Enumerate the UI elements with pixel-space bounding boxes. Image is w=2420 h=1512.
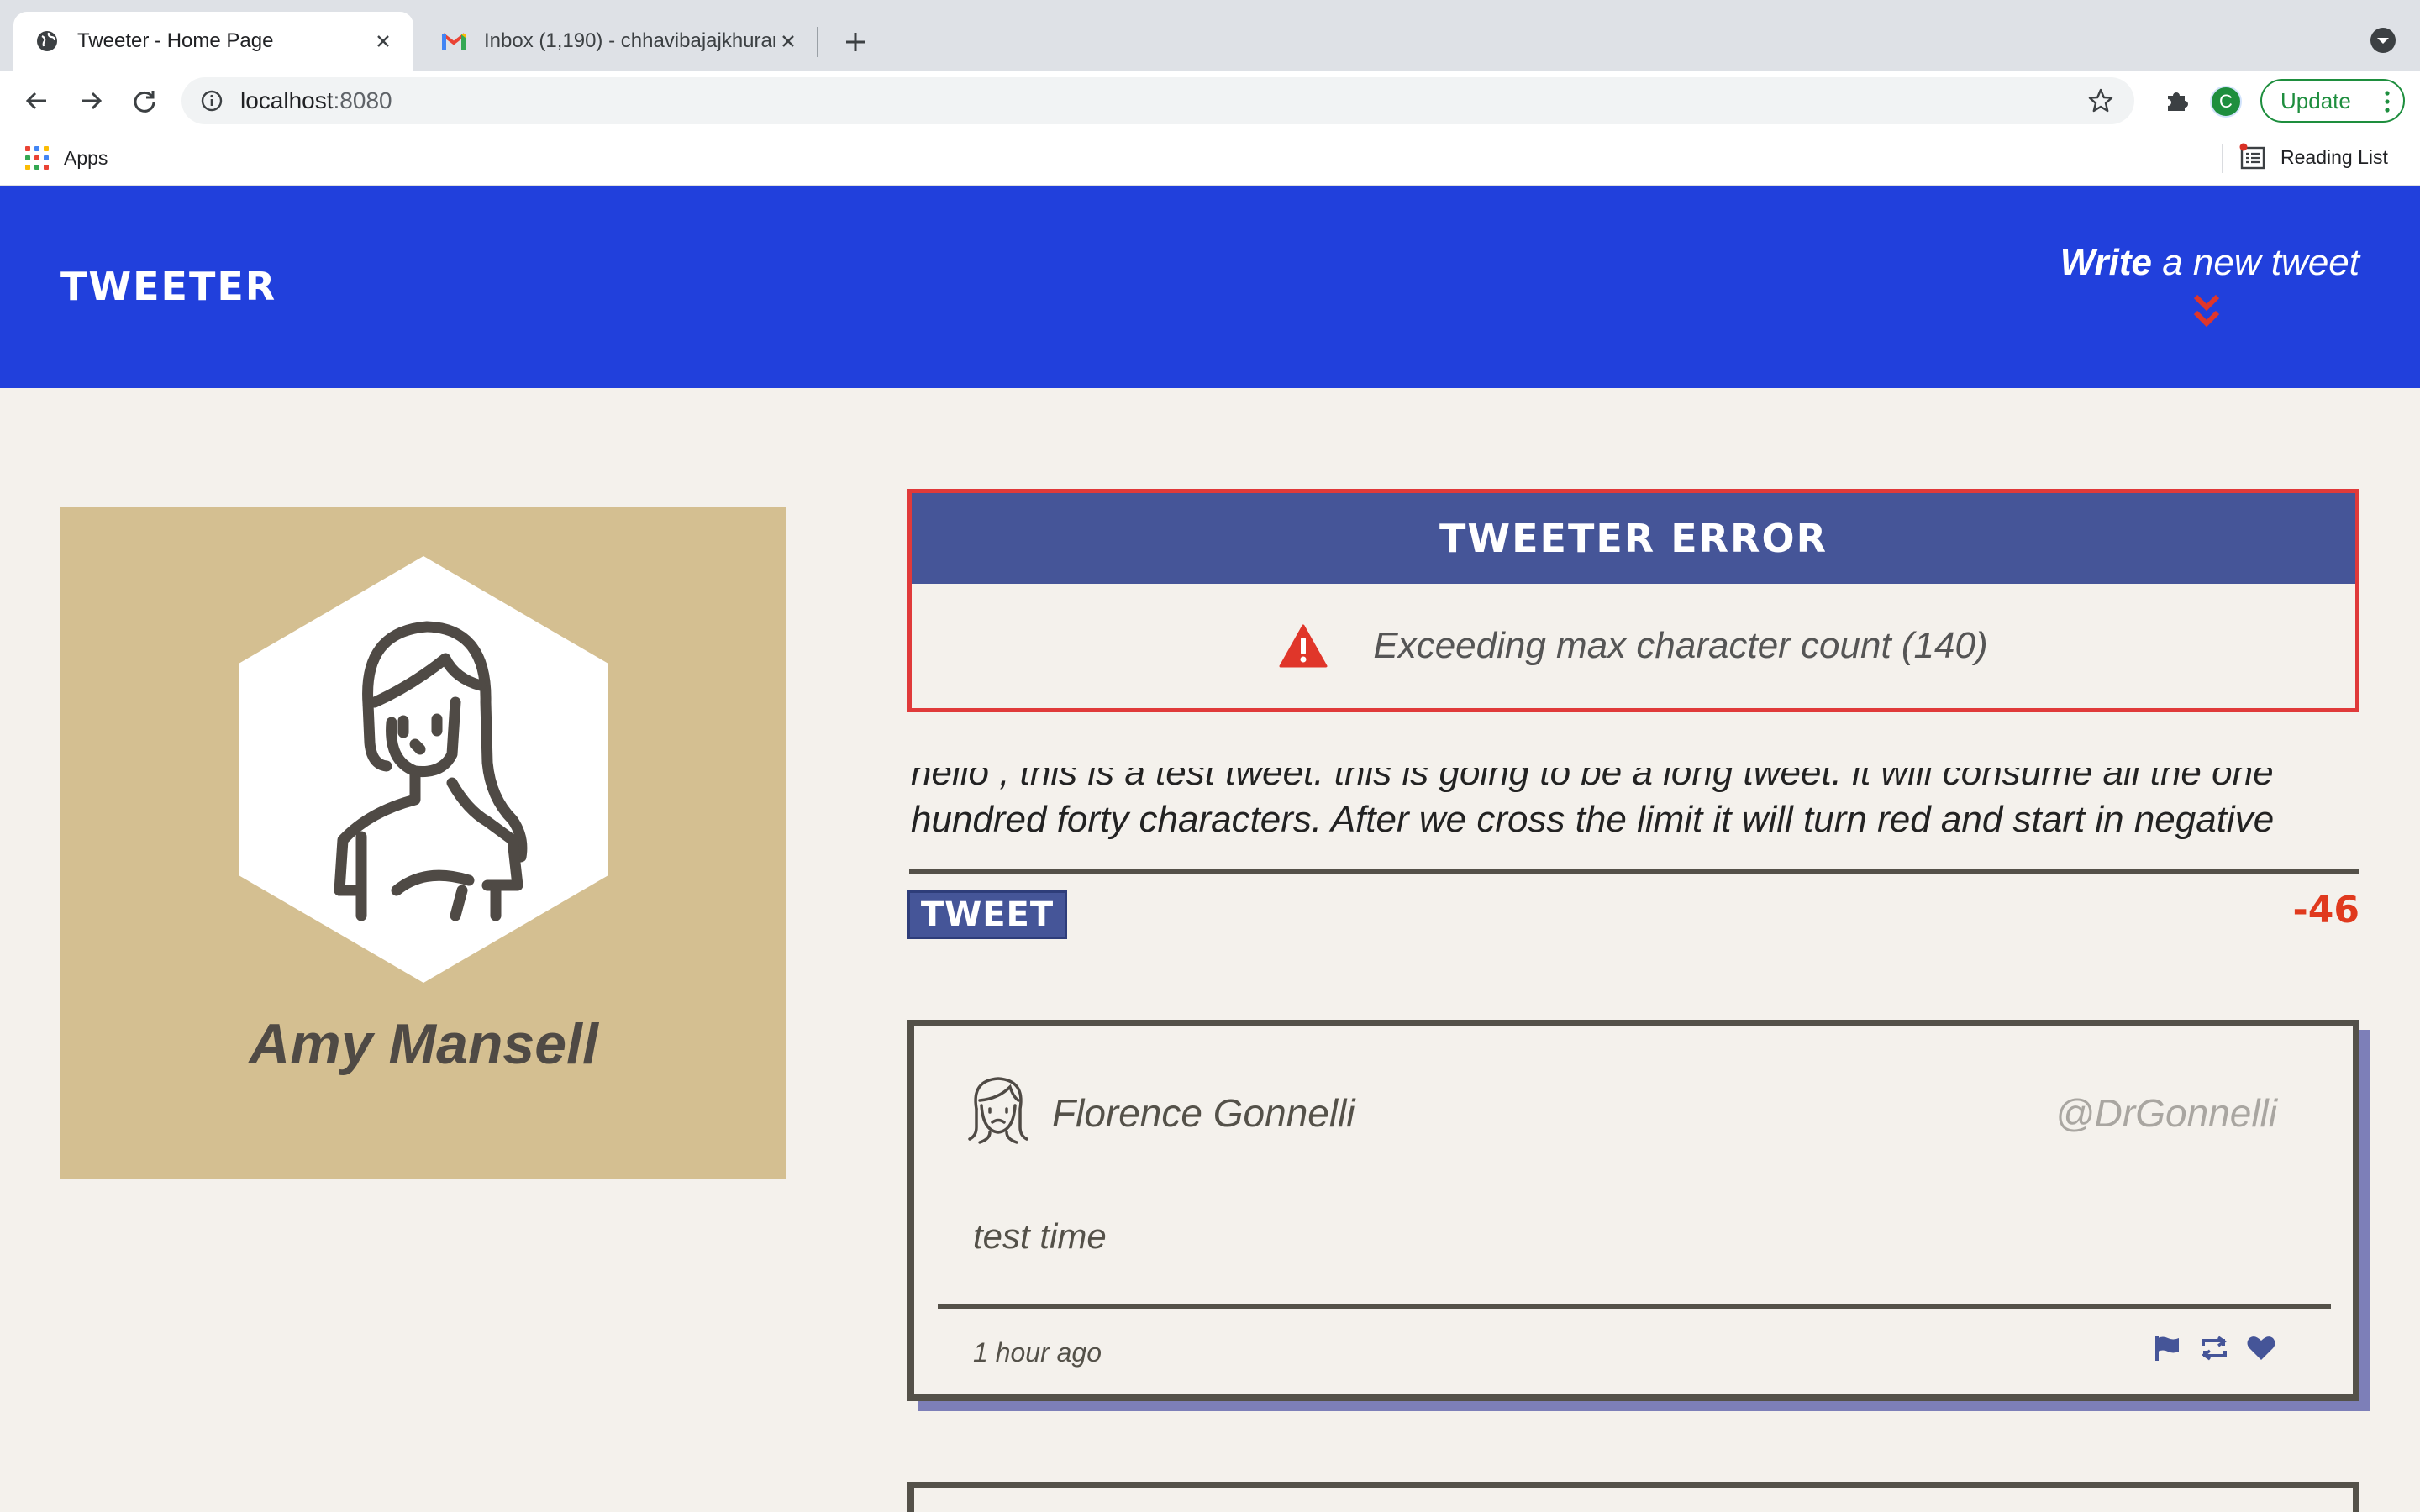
- error-title: Tweeter Error: [912, 493, 2355, 584]
- tab-search-chevron-icon[interactable]: [2366, 24, 2400, 57]
- close-icon[interactable]: [775, 28, 802, 55]
- tab-title: Tweeter - Home Page: [77, 29, 274, 52]
- warning-triangle-icon: [1279, 624, 1328, 668]
- forward-arrow-icon[interactable]: [72, 82, 109, 119]
- profile-avatar[interactable]: C: [2210, 86, 2242, 118]
- address-bar[interactable]: localhost:8080: [182, 77, 2134, 124]
- new-tab-plus-icon[interactable]: [837, 24, 874, 60]
- user-profile-card: Amy Mansell: [60, 507, 786, 1179]
- tweet-author-handle: @DrGonnelli: [2054, 1091, 2277, 1135]
- reading-list-button[interactable]: Reading List: [2238, 143, 2388, 171]
- apps-grid-icon: [25, 146, 49, 170]
- bookmarks-separator: [2222, 144, 2223, 173]
- tweet-textarea[interactable]: hello , this is a test tweet. this is go…: [909, 768, 2360, 874]
- globe-icon: [34, 28, 60, 55]
- compose-label: Write a new tweet: [2060, 242, 2360, 283]
- back-arrow-icon[interactable]: [18, 82, 55, 119]
- update-label: Update: [2281, 87, 2351, 113]
- error-body: Exceeding max character count (140): [912, 584, 2355, 708]
- error-message: Exceeding max character count (140): [1373, 625, 1988, 666]
- error-alert: Tweeter Error Exceeding max character co…: [908, 489, 2360, 712]
- tab-gmail[interactable]: Inbox (1,190) - chhavibajajkhurana: [424, 12, 818, 71]
- tweet-card: Florence Gonnelli @DrGonnelli test time …: [908, 1020, 2360, 1401]
- tweet-divider: [938, 1304, 2331, 1309]
- character-counter: -46: [2292, 889, 2360, 932]
- close-icon[interactable]: [370, 28, 397, 55]
- site-info-icon[interactable]: [197, 86, 227, 116]
- gmail-icon: [440, 28, 467, 55]
- apps-label: Apps: [64, 146, 108, 169]
- extensions-puzzle-icon[interactable]: [2158, 82, 2195, 119]
- tweet-submit-button[interactable]: Tweet: [908, 890, 1067, 939]
- browser-toolbar: localhost:8080 C Update: [0, 71, 2420, 131]
- write-new-tweet-toggle[interactable]: Write a new tweet: [2060, 242, 2360, 328]
- app-header: Tweeter Write a new tweet: [0, 186, 2420, 388]
- profile-avatar-image: [235, 554, 612, 984]
- tab-title: Inbox (1,190) - chhavibajajkhurana: [484, 29, 775, 52]
- kebab-menu-icon[interactable]: [2385, 91, 2390, 113]
- brand-logo[interactable]: Tweeter: [60, 264, 276, 309]
- bookmarks-bar: Apps Reading List: [0, 131, 2420, 186]
- tab-separator: [817, 27, 818, 57]
- flag-icon[interactable]: [2151, 1332, 2183, 1364]
- profile-name: Amy Mansell: [249, 1012, 598, 1076]
- tab-tweeter[interactable]: Tweeter - Home Page: [13, 12, 413, 71]
- tweet-author-avatar: [965, 1072, 1032, 1144]
- heart-icon[interactable]: [2245, 1332, 2277, 1364]
- retweet-icon[interactable]: [2198, 1332, 2230, 1364]
- apps-shortcut[interactable]: Apps: [25, 146, 108, 170]
- bookmark-star-icon[interactable]: [2086, 86, 2116, 116]
- double-chevron-down-icon[interactable]: [2191, 292, 2222, 329]
- tweet-actions: [2151, 1332, 2277, 1364]
- tweet-author-name: Florence Gonnelli: [1052, 1091, 1355, 1135]
- tweet-textarea-value: hello , this is a test tweet. this is go…: [911, 768, 2275, 840]
- update-button[interactable]: Update: [2260, 79, 2405, 123]
- browser-tabstrip: Tweeter - Home Page Inbox (1,190) - chha…: [0, 0, 2420, 71]
- tweet-content: test time: [973, 1216, 1107, 1256]
- url-text: localhost:8080: [240, 87, 392, 113]
- reading-list-icon: [2238, 143, 2267, 171]
- tweet-timestamp: 1 hour ago: [973, 1337, 1102, 1368]
- reading-list-label: Reading List: [2281, 145, 2388, 168]
- tweet-card: [908, 1482, 2360, 1512]
- reload-icon[interactable]: [126, 82, 163, 119]
